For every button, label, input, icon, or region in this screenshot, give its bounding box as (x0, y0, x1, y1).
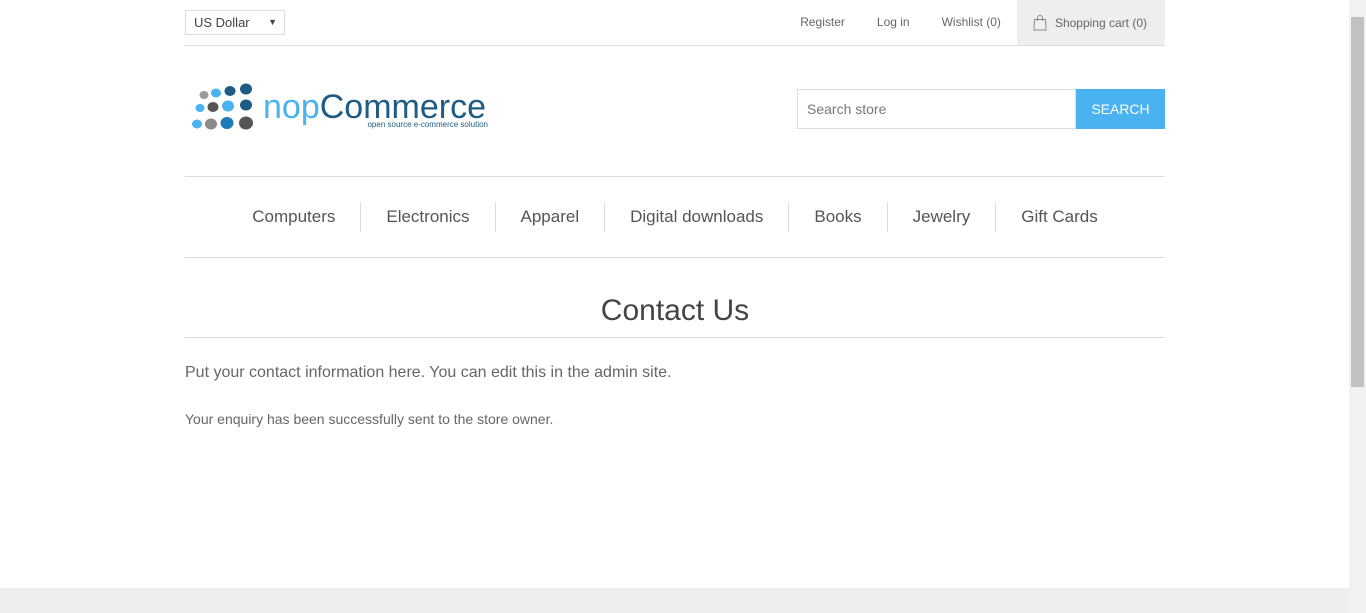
scrollbar-thumb[interactable] (1351, 17, 1364, 387)
page-title: Contact Us (600, 294, 750, 327)
menu-item-gift-cards[interactable]: Gift Cards (996, 202, 1123, 232)
shopping-cart-link[interactable]: Shopping cart (0) (1016, 0, 1165, 45)
header-upper: US Dollar ▼ Register Log in Wishlist (0)… (185, 0, 1165, 46)
menu-item-jewelry[interactable]: Jewelry (888, 202, 996, 232)
shopping-bag-icon (1033, 14, 1047, 30)
register-link[interactable]: Register (784, 0, 861, 45)
wishlist-link[interactable]: Wishlist (0) (926, 0, 1017, 45)
header-links: Register Log in Wishlist (0) Shopping ca… (784, 0, 1165, 45)
store-logo[interactable]: nopCommerce open source e-commerce solut… (188, 80, 490, 136)
menu-item-computers[interactable]: Computers (227, 202, 360, 232)
top-menu: Computers Electronics Apparel Digital do… (185, 176, 1165, 258)
shopping-cart-label: Shopping cart (0) (1054, 15, 1147, 30)
vertical-scrollbar[interactable] (1349, 0, 1366, 613)
menu-item-electronics[interactable]: Electronics (361, 202, 494, 232)
currency-selected: US Dollar (194, 15, 250, 30)
search-box: SEARCH (797, 89, 1165, 129)
menu-item-books[interactable]: Books (789, 202, 886, 232)
login-link[interactable]: Log in (861, 0, 926, 45)
menu-item-apparel[interactable]: Apparel (496, 202, 605, 232)
currency-selector[interactable]: US Dollar ▼ (185, 10, 285, 35)
topic-text: Put your contact information here. You c… (185, 364, 672, 381)
search-input[interactable] (797, 89, 1076, 129)
page-title-bar: Contact Us (185, 292, 1165, 338)
chevron-down-icon: ▼ (268, 17, 277, 27)
logo-tagline: open source e-commerce solution (367, 120, 488, 129)
footer (0, 588, 1349, 613)
nopcommerce-logo-icon: nopCommerce open source e-commerce solut… (192, 83, 488, 130)
result-message: Your enquiry has been successfully sent … (185, 411, 554, 427)
menu-item-digital-downloads[interactable]: Digital downloads (605, 202, 788, 232)
search-button[interactable]: SEARCH (1076, 89, 1165, 129)
